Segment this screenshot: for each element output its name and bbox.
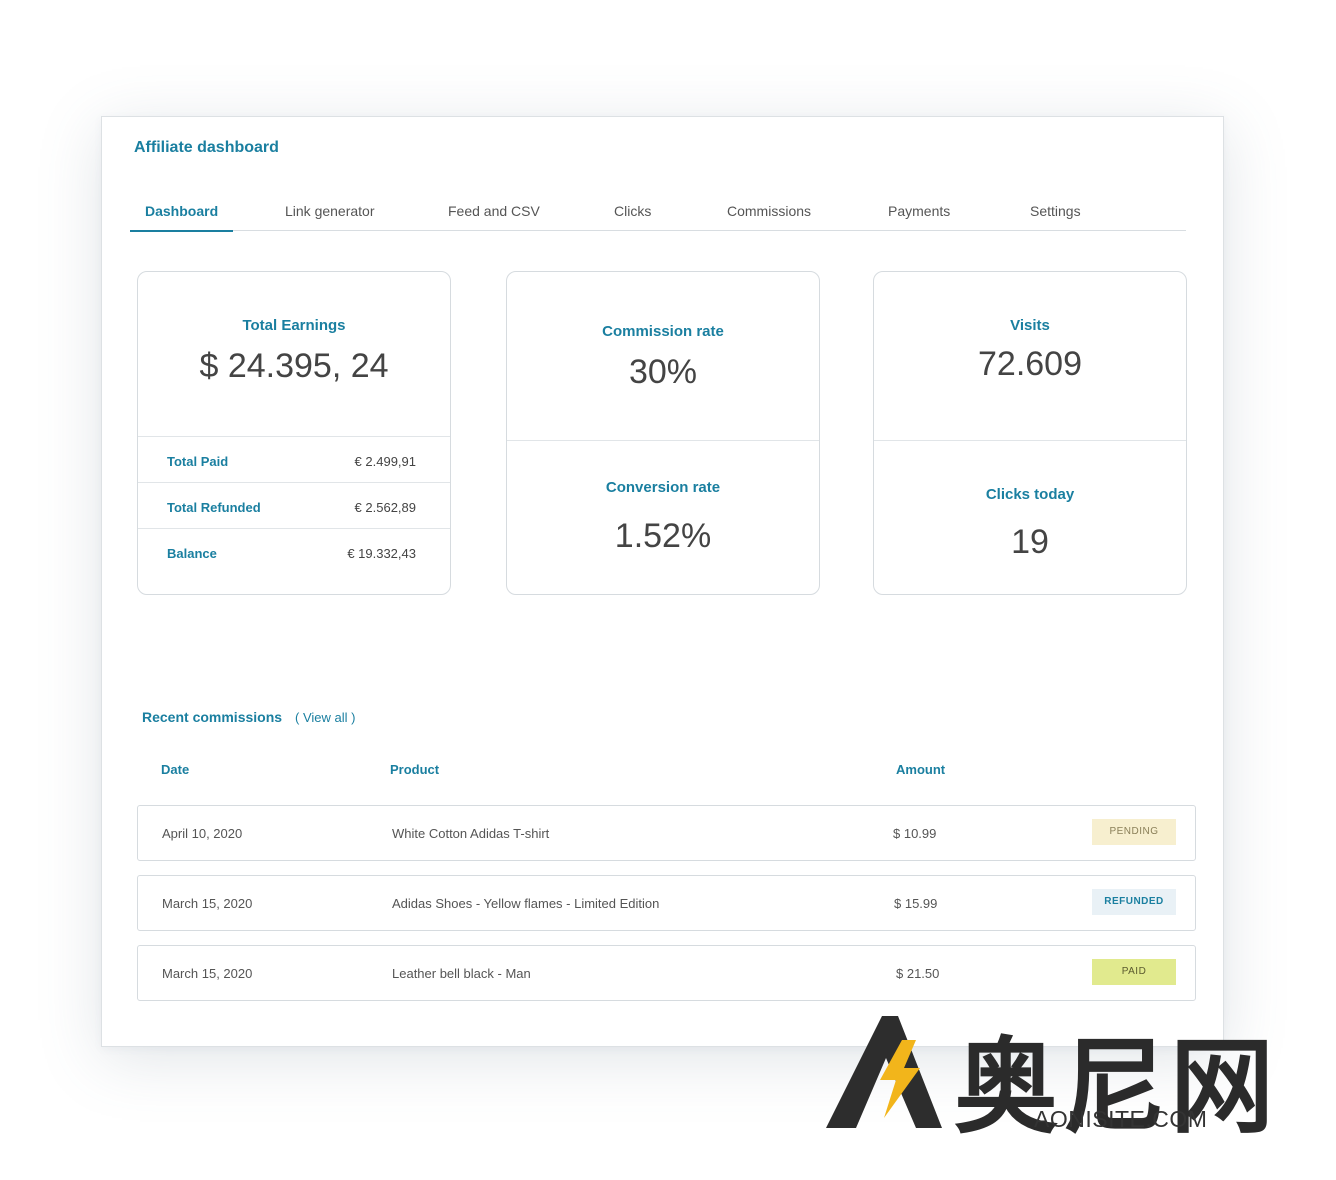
tab-clicks[interactable]: Clicks xyxy=(614,203,651,231)
visits-label: Visits xyxy=(1010,317,1050,334)
dashboard-panel: Affiliate dashboard Dashboard Link gener… xyxy=(101,116,1224,1047)
traffic-card: Visits 72.609 Clicks today 19 xyxy=(873,271,1187,595)
row-amount: $ 10.99 xyxy=(893,826,937,841)
balance-label: Balance xyxy=(167,546,217,561)
column-header-date: Date xyxy=(161,762,190,777)
tab-commissions[interactable]: Commissions xyxy=(727,203,811,231)
page-title: Affiliate dashboard xyxy=(134,139,279,156)
balance-value: € 19.332,43 xyxy=(347,546,416,561)
clicks-today-label: Clicks today xyxy=(985,486,1075,503)
tab-payments[interactable]: Payments xyxy=(888,203,950,231)
row-date: April 10, 2020 xyxy=(162,826,243,841)
row-product: Adidas Shoes - Yellow flames - Limited E… xyxy=(392,896,660,911)
conversion-rate-label: Conversion rate xyxy=(605,479,721,496)
rates-divider xyxy=(507,440,819,441)
watermark-url: AONISITE.COM xyxy=(1034,1106,1208,1132)
commission-rate-label: Commission rate xyxy=(602,323,724,340)
status-badge: PAID xyxy=(1092,959,1176,985)
earnings-row-total-paid: Total Paid € 2.499,91 xyxy=(138,436,450,482)
total-paid-label: Total Paid xyxy=(167,454,229,469)
status-badge: PENDING xyxy=(1092,819,1176,845)
table-row[interactable]: April 10, 2020 White Cotton Adidas T-shi… xyxy=(137,805,1196,861)
total-paid-value: € 2.499,91 xyxy=(354,454,416,469)
earnings-row-total-refunded: Total Refunded € 2.562,89 xyxy=(138,482,450,528)
table-row[interactable]: March 15, 2020 Adidas Shoes - Yellow fla… xyxy=(137,875,1196,931)
traffic-divider xyxy=(874,440,1186,441)
clicks-today-value: 19 xyxy=(1011,523,1049,561)
total-earnings-value: $ 24.395, 24 xyxy=(199,347,389,385)
tab-dashboard[interactable]: Dashboard xyxy=(130,203,234,232)
recent-commissions-title: Recent commissions xyxy=(142,709,283,725)
status-badge: REFUNDED xyxy=(1092,889,1176,915)
earnings-card: Total Earnings $ 24.395, 24 Total Paid €… xyxy=(137,271,451,595)
lightning-mountain-icon xyxy=(826,1016,942,1128)
total-earnings-label: Total Earnings xyxy=(242,317,346,334)
tab-settings[interactable]: Settings xyxy=(1030,203,1081,231)
table-row[interactable]: March 15, 2020 Leather bell black - Man … xyxy=(137,945,1196,1001)
row-date: March 15, 2020 xyxy=(162,896,253,911)
row-amount: $ 21.50 xyxy=(896,966,940,981)
total-refunded-value: € 2.562,89 xyxy=(354,500,416,515)
conversion-rate-value: 1.52% xyxy=(614,517,712,555)
column-header-product: Product xyxy=(390,762,440,777)
row-amount: $ 15.99 xyxy=(894,896,938,911)
tab-link-generator[interactable]: Link generator xyxy=(285,203,375,231)
rates-card: Commission rate 30% Conversion rate 1.52… xyxy=(506,271,820,595)
commission-rate-value: 30% xyxy=(628,353,698,391)
watermark-logo: 奥尼网 AONISITE.COM xyxy=(824,1010,1294,1148)
row-date: March 15, 2020 xyxy=(162,966,253,981)
tab-feed-and-csv[interactable]: Feed and CSV xyxy=(448,203,540,231)
total-refunded-label: Total Refunded xyxy=(167,500,261,515)
column-header-amount: Amount xyxy=(896,762,946,777)
visits-value: 72.609 xyxy=(978,345,1082,383)
row-product: White Cotton Adidas T-shirt xyxy=(392,826,550,841)
row-product: Leather bell black - Man xyxy=(392,966,531,981)
earnings-row-balance: Balance € 19.332,43 xyxy=(138,528,450,574)
tab-bar: Dashboard Link generator Feed and CSV Cl… xyxy=(130,203,1186,232)
view-all-link[interactable]: ( View all ) xyxy=(295,710,355,725)
